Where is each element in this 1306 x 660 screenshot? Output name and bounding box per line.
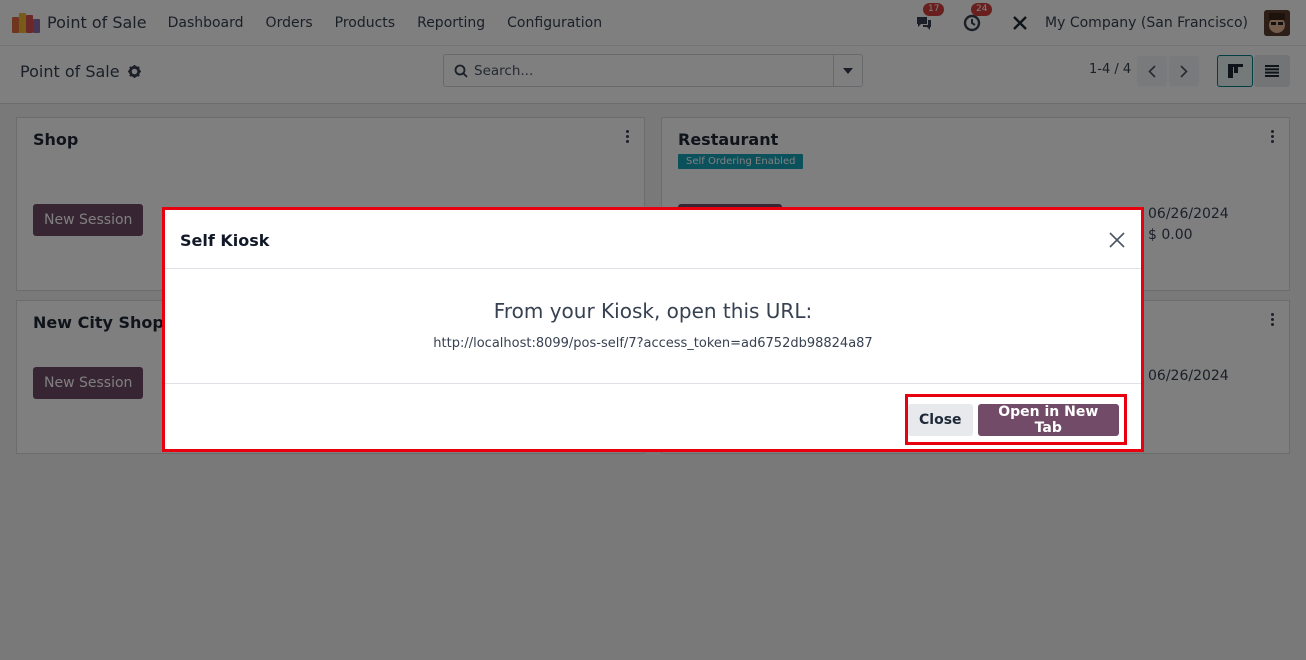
close-icon[interactable] <box>1107 230 1127 250</box>
open-in-new-tab-button[interactable]: Open in New Tab <box>977 403 1119 436</box>
kiosk-instruction: From your Kiosk, open this URL: <box>493 299 813 323</box>
modal-body: From your Kiosk, open this URL: http://l… <box>165 269 1141 384</box>
modal-footer-highlight: Close Open in New Tab <box>905 394 1127 445</box>
modal-header: Self Kiosk <box>165 210 1141 269</box>
modal-title: Self Kiosk <box>180 231 270 250</box>
self-kiosk-dialog: Self Kiosk From your Kiosk, open this UR… <box>162 207 1144 452</box>
close-button[interactable]: Close <box>908 403 973 436</box>
kiosk-url: http://localhost:8099/pos-self/7?access_… <box>433 336 873 351</box>
